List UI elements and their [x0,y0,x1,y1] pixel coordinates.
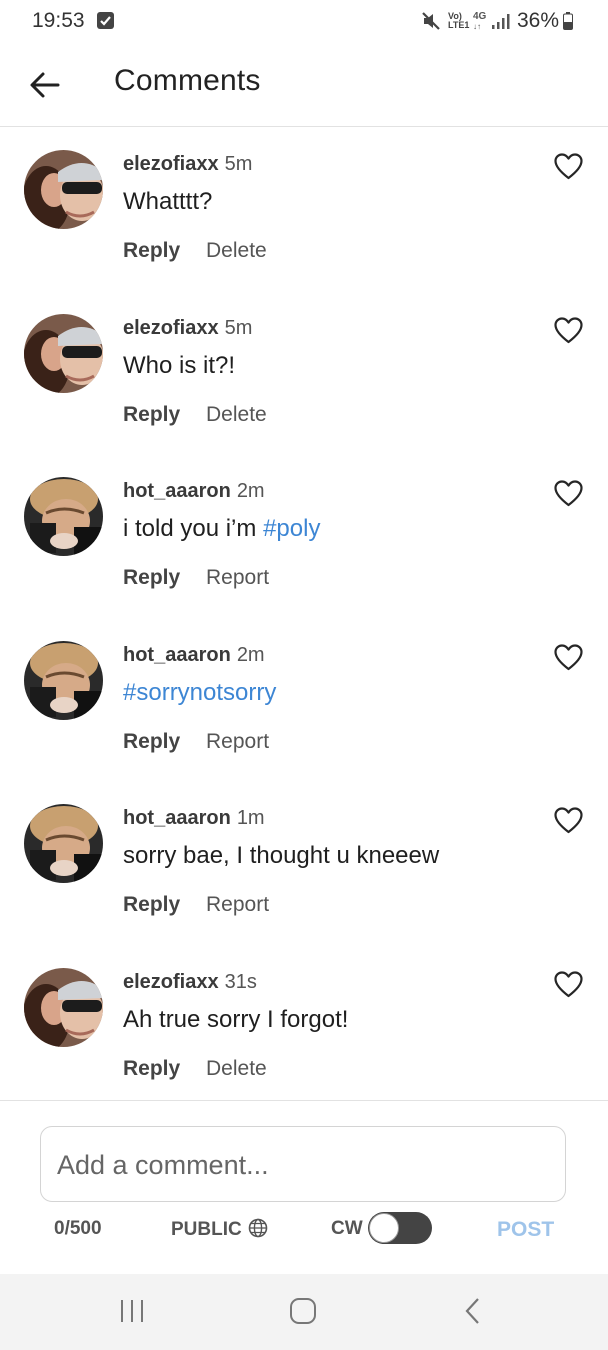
comment-username[interactable]: elezofiaxx 31s [123,971,257,994]
reply-button[interactable]: Reply [123,1057,180,1081]
avatar[interactable] [24,640,103,720]
hashtag-link[interactable]: #poly [263,515,320,542]
cw-toggle[interactable] [368,1212,432,1244]
heart-icon[interactable] [554,153,583,180]
comment-input[interactable] [55,1141,549,1189]
checkbox-notification-icon [97,12,114,29]
char-counter: 0/500 [54,1218,102,1239]
comment-action-button[interactable]: Report [206,730,269,754]
comment-text: sorry bae, I thought u kneeew [123,842,440,869]
comment-time: 1m [236,807,265,829]
arrow-left-icon[interactable] [28,68,62,102]
avatar[interactable] [24,477,103,556]
recents-icon[interactable] [118,1296,146,1331]
comment-action-button[interactable]: Delete [206,403,267,427]
comment-text: i told you i’m #poly [123,515,321,542]
comment-username[interactable]: hot_aaaron 2m [123,480,265,503]
cw-label: CW [331,1218,363,1239]
post-button[interactable]: POST [497,1218,554,1242]
volte-indicator: Vo) LTE1 [448,11,470,30]
page-title: Comments [114,64,261,97]
cw-toggle-knob [369,1213,399,1243]
reply-button[interactable]: Reply [123,239,180,263]
globe-icon [248,1218,268,1244]
comment-text: Whatttt? [123,188,213,215]
comment-row: elezofiaxx 5m Whatttt? Reply Delete [0,150,608,314]
status-bar: 19:53 Vo) LTE1 4G ↓↑ 36% [0,0,608,46]
comment-username[interactable]: hot_aaaron 2m [123,644,265,667]
system-nav-bar [0,1274,608,1350]
reply-button[interactable]: Reply [123,893,180,917]
status-time: 19:53 [32,9,85,32]
avatar[interactable] [24,804,103,883]
app-header: Comments [0,46,608,127]
comment-row: hot_aaaron 2m #sorrynotsorry Reply Report [0,640,608,805]
mute-icon [421,11,441,36]
signal-icon [492,12,512,35]
comment-username[interactable]: elezofiaxx 5m [123,153,252,176]
reply-button[interactable]: Reply [123,566,180,590]
heart-icon[interactable] [554,970,583,998]
hashtag-link[interactable]: #sorrynotsorry [123,679,276,706]
comment-input-box[interactable] [40,1126,566,1202]
comment-time: 5m [224,316,253,339]
comment-time: 5m [224,153,253,175]
home-icon[interactable] [288,1296,318,1331]
battery-percent: 36% [517,9,560,32]
comment-row: hot_aaaron 2mi told you i’m #poly Reply Rep… [0,477,608,641]
comment-time: 2m [236,480,265,502]
comment-row: hot_aaaron 1msorry bae, I thought u kneee… [0,804,608,968]
heart-icon[interactable] [554,316,583,344]
reply-button[interactable]: Reply [123,730,180,754]
comment-time: 2m [236,643,265,666]
comment-text: #sorrynotsorry [123,679,276,707]
visibility-selector[interactable]: PUBLIC [171,1218,268,1244]
comment-username[interactable]: elezofiaxx 5m [123,317,252,340]
visibility-label: PUBLIC [171,1219,242,1240]
comment-text: Ah true sorry I forgot! [123,1005,349,1033]
comment-action-button[interactable]: Delete [206,1057,267,1081]
comment-text: Who is it?! [123,351,236,379]
comment-action-button[interactable]: Report [206,893,269,917]
heart-icon[interactable] [554,480,583,507]
avatar[interactable] [24,150,103,229]
reply-button[interactable]: Reply [123,403,180,427]
avatar[interactable] [24,313,103,393]
comment-row: elezofiaxx 31s Ah true sorry I forgot! Repl… [0,967,608,1132]
avatar[interactable] [24,967,103,1047]
comment-username[interactable]: hot_aaaron 1m [123,807,265,830]
heart-icon[interactable] [554,807,583,834]
network-type: 4G ↓↑ [473,11,487,32]
battery-icon [563,12,573,30]
heart-icon[interactable] [554,643,583,671]
comment-row: elezofiaxx 5m Who is it?! Reply Delete [0,313,608,478]
divider [0,1100,608,1101]
comment-action-button[interactable]: Report [206,566,269,590]
comment-time: 31s [224,970,257,993]
back-icon[interactable] [462,1296,484,1331]
comment-action-button[interactable]: Delete [206,239,267,263]
